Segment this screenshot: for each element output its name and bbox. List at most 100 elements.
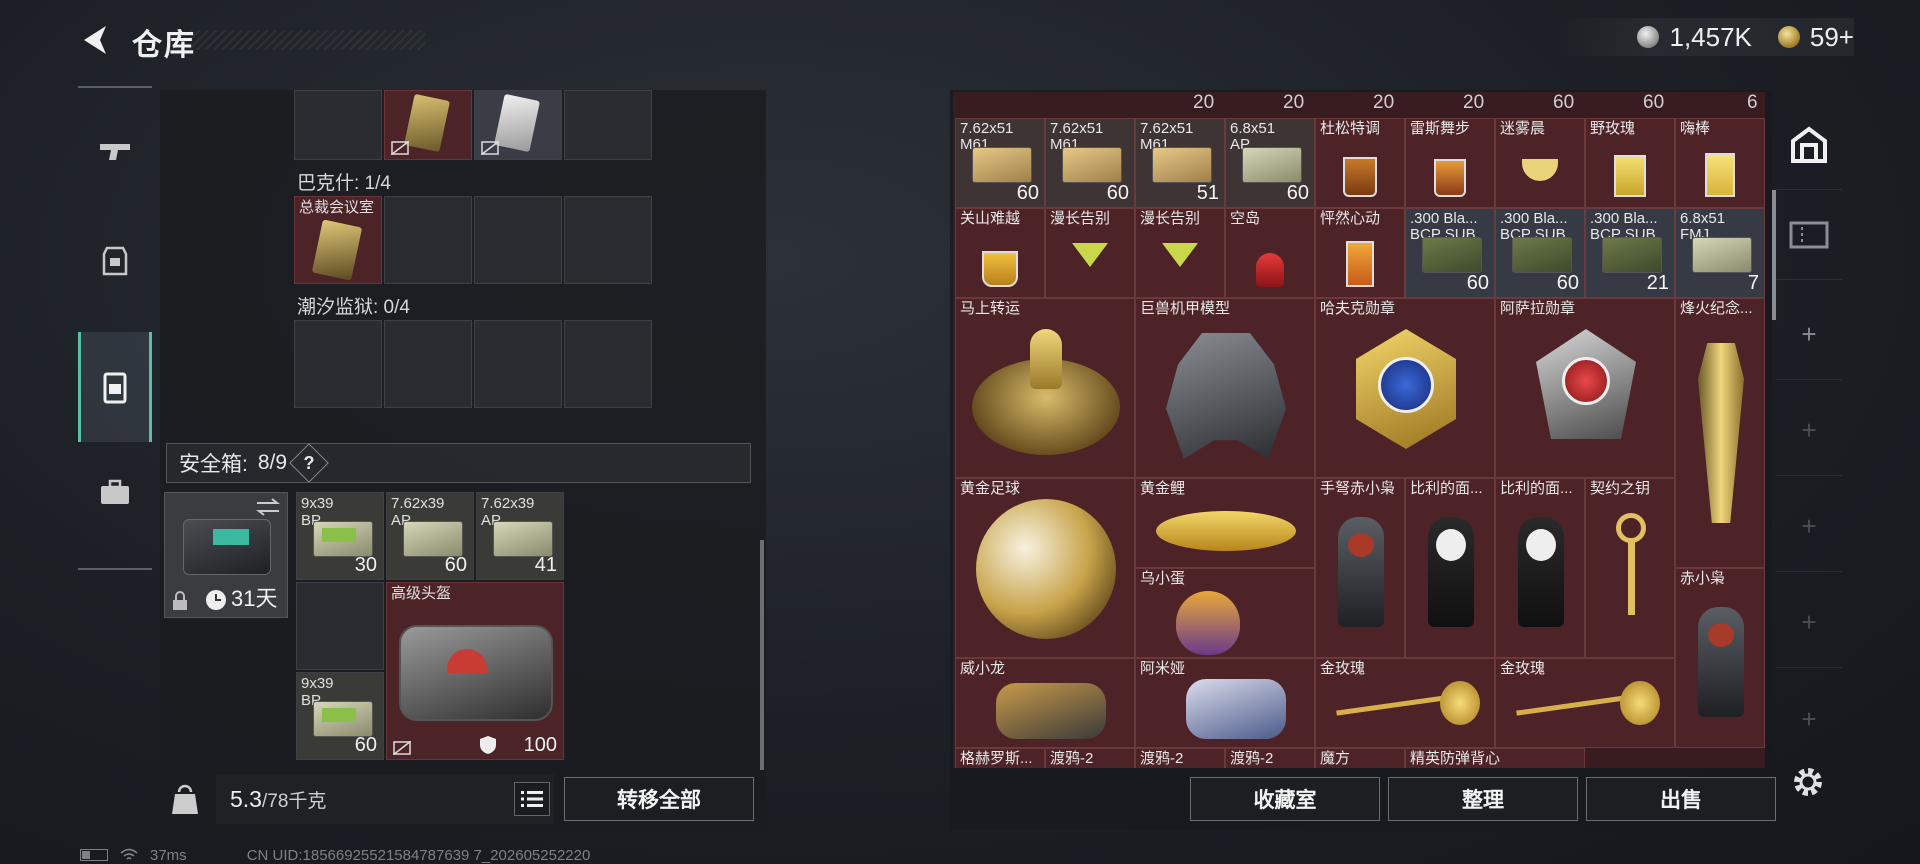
list-view-button[interactable] xyxy=(514,782,550,816)
collectible-item[interactable]: 赤小枭 xyxy=(1675,568,1765,748)
collectible-item[interactable]: 阿萨拉勋章 xyxy=(1495,298,1675,478)
ammo-item[interactable]: 7.62x51 M61 60 xyxy=(955,118,1045,208)
empty-slot[interactable] xyxy=(384,196,472,284)
stash-tab-add-2[interactable]: + xyxy=(1776,386,1842,476)
collectible-item[interactable]: 烽火纪念... xyxy=(1675,298,1765,568)
ping-value: 37ms xyxy=(150,846,187,864)
item-label: 哈夫克勋章 xyxy=(1320,300,1396,317)
helmet-item[interactable]: 高级头盔 100 xyxy=(386,582,564,760)
weight-icon[interactable] xyxy=(168,782,202,816)
collectible-item[interactable]: 比利的面... xyxy=(1405,478,1495,658)
ammo-box-icon xyxy=(1152,147,1212,183)
empty-slot[interactable] xyxy=(384,320,472,408)
collectible-item[interactable]: 金玫瑰 xyxy=(1495,658,1675,748)
collectible-item[interactable]: 金玫瑰 xyxy=(1315,658,1495,748)
ammo-item[interactable]: 7.62x51 M61 51 xyxy=(1135,118,1225,208)
empty-slot[interactable] xyxy=(296,582,384,670)
collectible-item[interactable]: 手弩赤小枭 xyxy=(1315,478,1405,658)
collectible-item[interactable]: 渡鸦-2 xyxy=(1225,748,1315,768)
back-button[interactable] xyxy=(78,20,114,60)
stash-tab-add-5[interactable]: + xyxy=(1776,674,1842,764)
ammo-item[interactable]: .300 Bla... BCP SUB 60 xyxy=(1495,208,1585,298)
gold-coin-icon xyxy=(1777,26,1800,48)
ammo-item[interactable]: 6.8x51 FMJ 7 xyxy=(1675,208,1765,298)
weight-value: 5.3 xyxy=(230,785,262,812)
item-count: 60 xyxy=(444,554,467,576)
collectible-item[interactable]: 哈夫克勋章 xyxy=(1315,298,1495,478)
collectible-item[interactable]: 阿米娅 xyxy=(1135,658,1315,748)
drink-item[interactable]: 空岛 xyxy=(1225,208,1315,298)
ammo-box-icon xyxy=(1242,147,1302,183)
ammo-box-icon xyxy=(313,521,373,557)
collectible-item[interactable]: 黄金鲤 xyxy=(1135,478,1315,568)
keycard-item[interactable] xyxy=(474,90,562,160)
gold-amount[interactable]: 59+ xyxy=(1810,22,1854,53)
empty-slot[interactable] xyxy=(564,320,652,408)
bakeshi-grid xyxy=(294,90,652,160)
drink-item[interactable]: 漫长告别 xyxy=(1135,208,1225,298)
sell-button[interactable]: 出售 xyxy=(1586,777,1776,821)
ammo-item[interactable]: .300 Bla... BCP SUB 60 xyxy=(1405,208,1495,298)
collectible-item[interactable]: 魔方 xyxy=(1315,748,1405,768)
ammo-item[interactable]: 7.62x51 M61 60 xyxy=(1045,118,1135,208)
tab-weapons[interactable] xyxy=(78,96,152,206)
empty-slot[interactable] xyxy=(474,320,562,408)
empty-slot[interactable] xyxy=(564,90,652,160)
ammo-item[interactable]: 9x39 BP 60 xyxy=(296,672,384,760)
drink-item[interactable]: 雷斯舞步 xyxy=(1405,118,1495,208)
empty-slot[interactable] xyxy=(294,90,382,160)
drink-item[interactable]: 关山难越 xyxy=(955,208,1045,298)
ammo-item[interactable]: .300 Bla... BCP SUB 21 xyxy=(1585,208,1675,298)
collectible-item[interactable]: 契约之钥 xyxy=(1585,478,1675,658)
stash-tab-add-1[interactable]: + xyxy=(1776,290,1842,380)
transfer-all-button[interactable]: 转移全部 xyxy=(564,777,754,821)
empty-slot[interactable] xyxy=(294,320,382,408)
keycard-item[interactable]: 总裁会议室 xyxy=(294,196,382,284)
stash-tab-main[interactable] xyxy=(1776,100,1842,190)
safe-box-slot[interactable]: 31天 xyxy=(164,492,288,618)
stash-tab-add-4[interactable]: + xyxy=(1776,578,1842,668)
collectible-item[interactable]: 乌小蛋 xyxy=(1135,568,1315,658)
collectible-item[interactable]: 黄金足球 xyxy=(955,478,1135,658)
tab-backpack[interactable] xyxy=(78,332,152,442)
drink-item[interactable]: 野玫瑰 xyxy=(1585,118,1675,208)
ammo-item[interactable]: 7.62x39 AP 41 xyxy=(476,492,564,580)
help-button[interactable]: ? xyxy=(289,443,329,483)
collectible-item[interactable]: 渡鸦-2 xyxy=(1045,748,1135,768)
collectible-item[interactable]: 巨兽机甲模型 xyxy=(1135,298,1315,478)
collectible-item[interactable]: 精英防弹背心 xyxy=(1405,748,1585,768)
organize-button[interactable]: 整理 xyxy=(1388,777,1578,821)
item-label: 总裁会议室 xyxy=(299,199,375,216)
drink-item[interactable]: 嗨棒 xyxy=(1675,118,1765,208)
collectible-item[interactable]: 渡鸦-2 xyxy=(1135,748,1225,768)
item-count: 60 xyxy=(1466,272,1489,294)
item-label: 雷斯舞步 xyxy=(1410,120,1471,137)
backpack-icon xyxy=(103,372,127,404)
collectible-item[interactable]: 格赫罗斯... xyxy=(955,748,1045,768)
ammo-item[interactable]: 6.8x51 AP 60 xyxy=(1225,118,1315,208)
collectible-item[interactable]: 马上转运 xyxy=(955,298,1135,478)
zongcai-grid: 总裁会议室 xyxy=(294,196,652,284)
gear-icon[interactable] xyxy=(1790,764,1826,800)
tab-armor[interactable] xyxy=(78,206,152,316)
empty-slot[interactable] xyxy=(564,196,652,284)
item-label: 金玫瑰 xyxy=(1500,660,1546,677)
ammo-item[interactable]: 7.62x39 AP 60 xyxy=(386,492,474,580)
item-label: 黄金足球 xyxy=(960,480,1021,497)
empty-slot[interactable] xyxy=(474,196,562,284)
stash-tab-2[interactable] xyxy=(1776,190,1842,280)
keycard-item[interactable] xyxy=(384,90,472,160)
drink-item[interactable]: 漫长告别 xyxy=(1045,208,1135,298)
tab-case[interactable] xyxy=(78,438,152,548)
inventory-scrollbar[interactable] xyxy=(760,540,764,770)
drink-item[interactable]: 迷雾晨 xyxy=(1495,118,1585,208)
collection-room-button[interactable]: 收藏室 xyxy=(1190,777,1380,821)
collectible-item[interactable]: 比利的面... xyxy=(1495,478,1585,658)
battery-icon xyxy=(80,849,108,861)
ammo-item[interactable]: 9x39 BP 30 xyxy=(296,492,384,580)
title-decoration xyxy=(190,30,425,50)
drink-item[interactable]: 怦然心动 xyxy=(1315,208,1405,298)
collectible-item[interactable]: 威小龙 xyxy=(955,658,1135,748)
stash-tab-add-3[interactable]: + xyxy=(1776,482,1842,572)
drink-item[interactable]: 杜松特调 xyxy=(1315,118,1405,208)
